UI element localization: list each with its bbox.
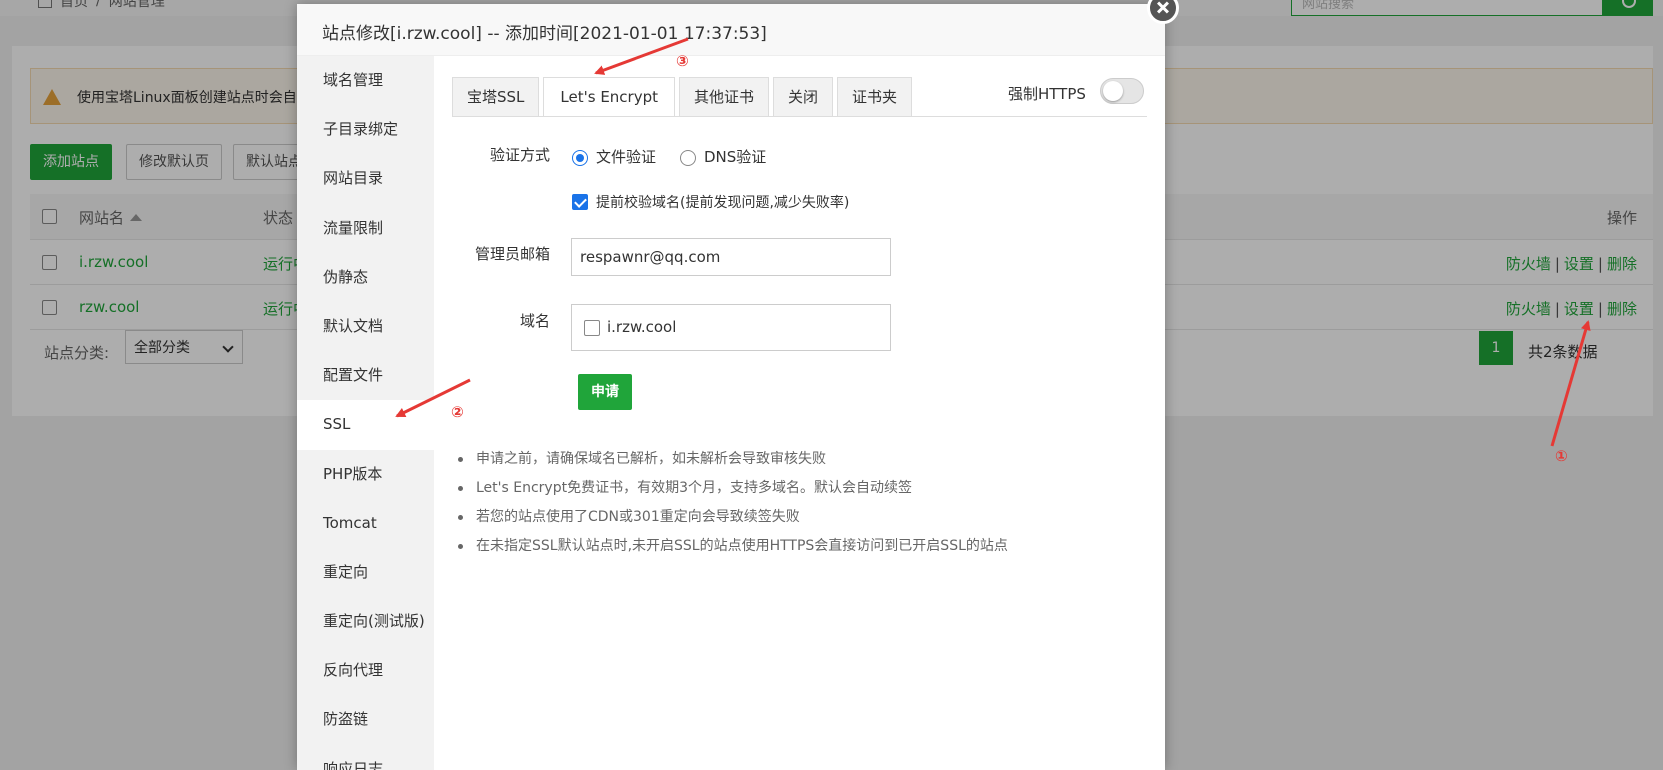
ssl-content: 宝塔SSL Let's Encrypt 其他证书 关闭 证书夹 强制HTTPS … [434,56,1165,770]
nav-hotlink-protection[interactable]: 防盗链 [297,695,434,744]
precheck-domain-label[interactable]: 提前校验域名(提前发现问题,减少失败率) [596,192,849,212]
nav-traffic-limit[interactable]: 流量限制 [297,204,434,253]
tabs-divider [452,116,1147,117]
nav-php-version[interactable]: PHP版本 [297,450,434,499]
nav-redirect[interactable]: 重定向 [297,548,434,597]
modal-title: 站点修改[i.rzw.cool] -- 添加时间[2021-01-01 17:3… [297,4,1165,56]
force-https-toggle[interactable] [1100,78,1144,104]
force-https-label: 强制HTTPS [1008,85,1086,103]
toggle-knob [1103,81,1123,101]
nav-subdirectory-binding[interactable]: 子目录绑定 [297,105,434,154]
domain-select-box: i.rzw.cool [571,304,891,351]
tab-lets-encrypt[interactable]: Let's Encrypt [543,77,675,117]
file-verify-label[interactable]: 文件验证 [596,146,656,167]
annotation-step3: ③ [676,52,689,70]
nav-tomcat[interactable]: Tomcat [297,499,434,548]
site-edit-modal: 站点修改[i.rzw.cool] -- 添加时间[2021-01-01 17:3… [297,4,1165,770]
ssl-tabs: 宝塔SSL Let's Encrypt 其他证书 关闭 证书夹 [452,77,916,117]
nav-config-file[interactable]: 配置文件 [297,351,434,400]
dns-verify-label[interactable]: DNS验证 [704,146,766,167]
apply-button[interactable]: 申请 [578,374,632,410]
admin-email-label: 管理员邮箱 [474,245,550,263]
nav-response-log[interactable]: 响应日志 [297,745,434,770]
admin-email-input[interactable] [571,238,891,276]
nav-rewrite[interactable]: 伪静态 [297,253,434,302]
tip-item: 在未指定SSL默认站点时,未开启SSL的站点使用HTTPS会直接访问到已开启SS… [454,536,1008,565]
tip-item: Let's Encrypt免费证书，有效期3个月，支持多域名。默认会自动续签 [454,478,1008,507]
tab-baota-ssl[interactable]: 宝塔SSL [452,77,540,117]
nav-ssl[interactable]: SSL [297,400,434,450]
annotation-step1: ① [1555,447,1568,465]
verify-method-label: 验证方式 [489,146,550,164]
nav-redirect-beta[interactable]: 重定向(测试版) [297,597,434,646]
tab-cert-folder[interactable]: 证书夹 [837,77,913,117]
tab-close[interactable]: 关闭 [773,77,834,117]
dns-verify-radio[interactable] [680,150,696,166]
ssl-tips-list: 申请之前，请确保域名已解析，如未解析会导致审核失败 Let's Encrypt免… [454,449,1008,565]
nav-site-directory[interactable]: 网站目录 [297,154,434,203]
annotation-step2: ② [451,403,464,421]
domain-name[interactable]: i.rzw.cool [607,318,676,336]
modal-side-nav: 域名管理 子目录绑定 网站目录 流量限制 伪静态 默认文档 配置文件 SSL P… [297,56,434,770]
domain-label: 域名 [519,312,550,330]
file-verify-radio[interactable] [572,150,588,166]
tab-other-cert[interactable]: 其他证书 [679,77,770,117]
nav-domain-management[interactable]: 域名管理 [297,56,434,105]
tip-item: 若您的站点使用了CDN或301重定向会导致续签失败 [454,507,1008,536]
nav-reverse-proxy[interactable]: 反向代理 [297,646,434,695]
tip-item: 申请之前，请确保域名已解析，如未解析会导致审核失败 [454,449,1008,478]
precheck-domain-checkbox[interactable] [572,194,588,210]
domain-checkbox[interactable] [584,320,600,336]
nav-default-document[interactable]: 默认文档 [297,302,434,351]
